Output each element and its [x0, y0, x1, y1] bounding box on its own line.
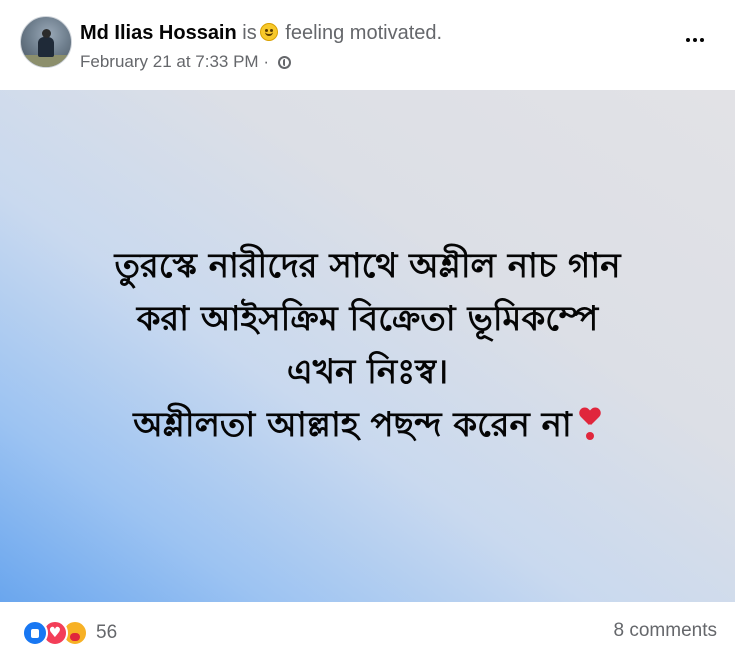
heavy-heart-exclamation-icon: [578, 404, 602, 444]
avatar[interactable]: [20, 16, 72, 68]
post-timestamp[interactable]: February 21 at 7:33 PM: [80, 52, 259, 71]
smiling-face-icon: [259, 23, 278, 41]
more-dot-icon: [700, 38, 704, 42]
post-text-line-4: অশ্লীলতা আল্লাহ পছন্দ করেন না: [133, 405, 572, 445]
reaction-count: 56: [96, 622, 118, 643]
post-title-line: Md Ilias Hossain is feeling motivated.: [80, 20, 442, 46]
post-text: তুরস্কে নারীদের সাথে অশ্লীল নাচ গান করা …: [28, 240, 708, 452]
reactions-summary[interactable]: 56: [22, 620, 117, 646]
post-text-line-3: এখন নিঃস্ব।: [286, 352, 449, 392]
background-text-post: তুরস্কে নারীদের সাথে অশ্লীল নাচ গান করা …: [0, 90, 735, 602]
is-text: is: [242, 22, 257, 44]
post-text-line-1: তুরস্কে নারীদের সাথে অশ্লীল নাচ গান: [114, 246, 621, 286]
like-icon: [22, 620, 48, 646]
more-options-button[interactable]: [677, 26, 713, 54]
meta-separator: ·: [263, 52, 269, 71]
post-meta: February 21 at 7:33 PM ·: [80, 52, 291, 72]
author-name[interactable]: Md Ilias Hossain: [80, 22, 237, 44]
avatar-person-body: [38, 37, 54, 57]
feeling-text[interactable]: feeling motivated.: [285, 22, 442, 44]
post-header: Md Ilias Hossain is feeling motivated. F…: [0, 0, 735, 90]
post-text-line-4-wrap: অশ্লীলতা আল্লাহ পছন্দ করেন না: [28, 399, 708, 452]
post-text-line-2: করা আইসক্রিম বিক্রেতা ভূমিকম্পে: [136, 299, 599, 339]
avatar-person-head: [42, 29, 51, 38]
post-footer: 56 8 comments: [0, 602, 735, 662]
globe-icon[interactable]: [277, 56, 291, 69]
more-dot-icon: [693, 38, 697, 42]
more-dot-icon: [686, 38, 690, 42]
post-card: Md Ilias Hossain is feeling motivated. F…: [0, 0, 735, 662]
comments-count-link[interactable]: 8 comments: [614, 620, 717, 642]
